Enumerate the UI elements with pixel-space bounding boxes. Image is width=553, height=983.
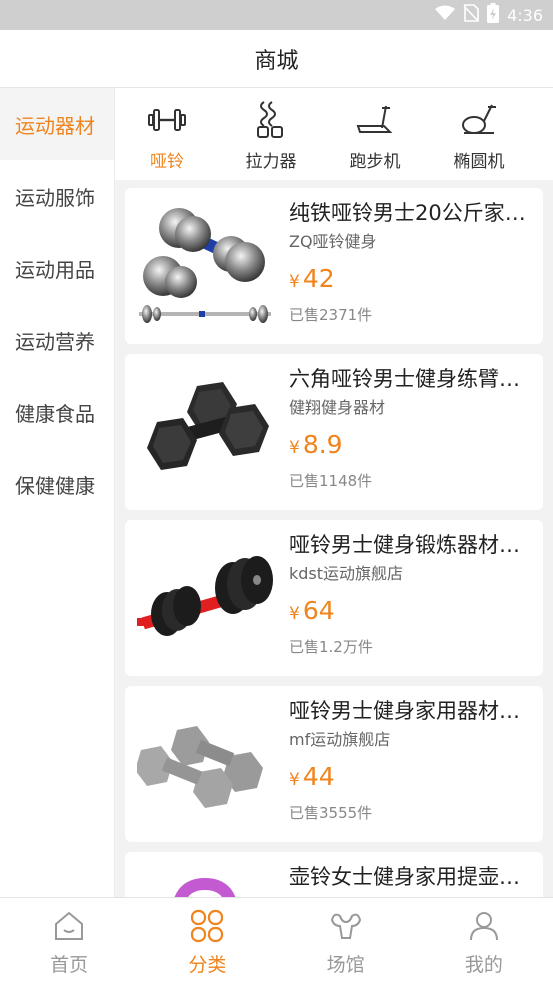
treadmill-icon bbox=[355, 100, 395, 140]
home-icon bbox=[51, 908, 87, 944]
subcat-dumbbell[interactable]: 哑铃 bbox=[115, 88, 219, 180]
tab-label: 场馆 bbox=[326, 954, 365, 976]
no-sim-icon bbox=[463, 4, 479, 26]
product-name: 壶铃女士健身家用提壶哑铃 bbox=[289, 865, 537, 889]
status-bar: 4:36 bbox=[0, 0, 553, 30]
currency-symbol: ¥ bbox=[289, 770, 300, 790]
chrome-dumbbell-image bbox=[135, 196, 275, 336]
app-header: 商城 bbox=[0, 30, 553, 88]
price-value: 42 bbox=[302, 264, 335, 293]
profile-icon bbox=[466, 908, 502, 944]
product-card[interactable]: 壶铃女士健身家用提壶哑铃 bbox=[125, 852, 543, 897]
category-sidebar: 运动器材 运动服饰 运动用品 运动营养 健康食品 保健健康 bbox=[0, 88, 115, 897]
subcat-treadmill[interactable]: 跑步机 bbox=[323, 88, 427, 180]
product-shop: ZQ哑铃健身 bbox=[289, 232, 377, 251]
product-price: ¥64 bbox=[289, 596, 537, 629]
product-card[interactable]: 纯铁哑铃男士20公斤家用健身器材 ZQ哑铃健身 ¥42 已售2371件 bbox=[125, 188, 543, 344]
tab-label: 我的 bbox=[464, 954, 503, 976]
sidebar-item-sports-goods[interactable]: 运动用品 bbox=[0, 232, 114, 304]
subcat-chest-expander[interactable]: 拉力器 bbox=[219, 88, 323, 180]
tab-label: 分类 bbox=[188, 954, 227, 976]
product-shop: 健翔健身器材 bbox=[289, 398, 386, 417]
subcat-rowing[interactable]: 划 bbox=[531, 88, 553, 180]
product-price: ¥44 bbox=[289, 762, 537, 795]
product-name: 六角哑铃男士健身练臂肌家用 bbox=[289, 367, 537, 391]
price-value: 44 bbox=[302, 762, 335, 791]
product-price: ¥8.9 bbox=[289, 430, 537, 463]
sidebar-item-sportswear[interactable]: 运动服饰 bbox=[0, 160, 114, 232]
battery-icon bbox=[487, 3, 500, 27]
product-name: 哑铃男士健身锻炼器材家用可调 bbox=[289, 533, 537, 557]
dumbbell-icon bbox=[147, 100, 187, 140]
subcat-label: 椭圆机 bbox=[453, 152, 505, 172]
tab-home[interactable]: 首页 bbox=[0, 898, 138, 983]
subcat-label: 跑步机 bbox=[349, 152, 401, 172]
tab-label: 首页 bbox=[50, 954, 89, 976]
currency-symbol: ¥ bbox=[289, 604, 300, 624]
product-area: 哑铃 拉力器 跑步机 椭圆机 纯铁哑铃男士20公斤家用 ZQ哑铃健身 ¥ 42 … bbox=[115, 88, 553, 897]
subcat-elliptical[interactable]: 椭圆机 bbox=[427, 88, 531, 180]
status-icons: 4:36 bbox=[435, 3, 543, 27]
product-shop: kdst运动旗舰店 bbox=[289, 564, 404, 583]
adjustable-dumbbell-image bbox=[135, 528, 275, 668]
product-sold-count: 已售2371件 bbox=[289, 306, 373, 324]
product-sold-count: 已售1148件 bbox=[289, 472, 373, 490]
price-value: 8.9 bbox=[302, 430, 343, 459]
sidebar-item-sports-equipment[interactable]: 运动器材 bbox=[0, 88, 114, 160]
status-time: 4:36 bbox=[507, 5, 543, 25]
sidebar-item-health-food[interactable]: 健康食品 bbox=[0, 376, 114, 448]
product-sold-count: 已售3555件 bbox=[289, 804, 373, 822]
tab-profile[interactable]: 我的 bbox=[415, 898, 553, 983]
hex-dumbbell-image bbox=[135, 362, 275, 502]
tab-category[interactable]: 分类 bbox=[138, 898, 276, 983]
product-card[interactable]: 哑铃男士健身锻炼器材家用可调 kdst运动旗舰店 ¥64 已售1.2万件 bbox=[125, 520, 543, 676]
sidebar-item-sports-nutrition[interactable]: 运动营养 bbox=[0, 304, 114, 376]
bottom-tab-bar: 首页 分类 场馆 我的 bbox=[0, 897, 553, 983]
gym-icon bbox=[328, 908, 364, 944]
kettlebell-image bbox=[135, 860, 275, 897]
price-value: 64 bbox=[302, 596, 335, 625]
wifi-icon bbox=[435, 5, 456, 25]
product-shop: mf运动旗舰店 bbox=[289, 730, 391, 749]
subcategory-bar: 哑铃 拉力器 跑步机 椭圆机 bbox=[115, 88, 553, 180]
product-card[interactable]: 六角哑铃男士健身练臂肌家用 健翔健身器材 ¥8.9 已售1148件 bbox=[125, 354, 543, 510]
product-price: ¥42 bbox=[289, 264, 537, 297]
grey-dumbbell-image bbox=[135, 694, 275, 834]
product-card[interactable]: 哑铃男士健身家用器材一对 mf运动旗舰店 ¥44 已售3555件 bbox=[125, 686, 543, 842]
chest-expander-icon bbox=[251, 100, 291, 140]
elliptical-icon bbox=[459, 100, 499, 140]
product-sold-count: 已售1.2万件 bbox=[289, 638, 373, 656]
subcat-label: 拉力器 bbox=[245, 152, 297, 172]
product-name: 纯铁哑铃男士20公斤家用健身器材 bbox=[289, 201, 537, 225]
tab-gym[interactable]: 场馆 bbox=[277, 898, 415, 983]
currency-symbol: ¥ bbox=[289, 272, 300, 292]
product-name: 哑铃男士健身家用器材一对 bbox=[289, 699, 537, 723]
subcat-label: 哑铃 bbox=[150, 152, 184, 172]
sidebar-item-health-care[interactable]: 保健健康 bbox=[0, 448, 114, 520]
page-title: 商城 bbox=[254, 48, 299, 74]
currency-symbol: ¥ bbox=[289, 438, 300, 458]
category-icon bbox=[189, 908, 225, 944]
